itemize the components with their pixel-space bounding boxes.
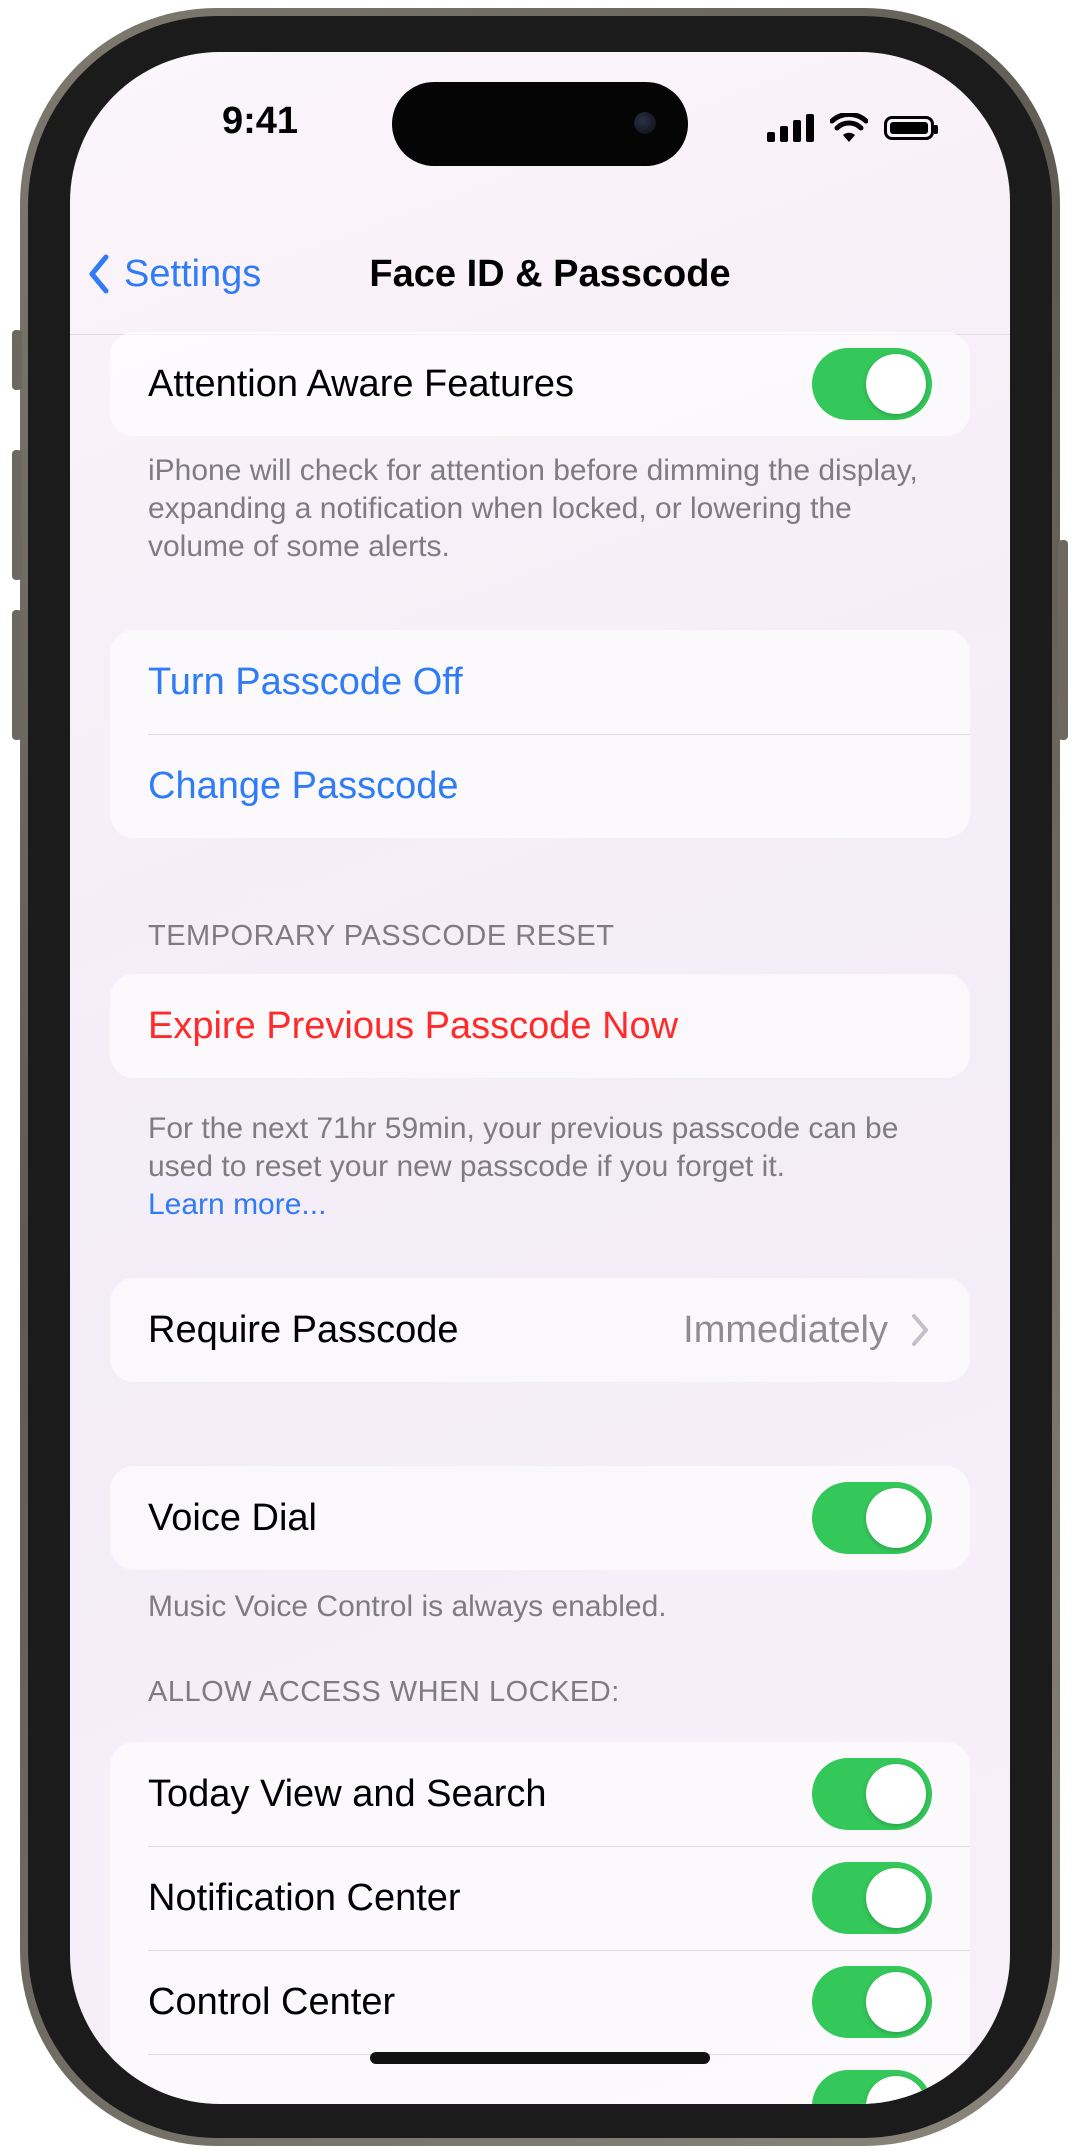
voice-dial-footnote: Music Voice Control is always enabled.: [148, 1590, 667, 1623]
temp-reset-footnote: For the next 71hr 59min, your previous p…: [148, 1110, 928, 1224]
attention-card: Attention Aware Features: [110, 332, 970, 436]
attention-row: Attention Aware Features: [110, 332, 970, 436]
learn-more-link[interactable]: Learn more...: [148, 1188, 326, 1221]
notification-center-toggle[interactable]: [812, 1862, 932, 1934]
control-center-label: Control Center: [148, 1980, 396, 2023]
back-button[interactable]: Settings: [88, 242, 261, 306]
cellular-signal-icon: [767, 114, 814, 142]
turn-passcode-off-label: Turn Passcode Off: [148, 660, 463, 703]
attention-label: Attention Aware Features: [148, 362, 574, 405]
control-center-toggle[interactable]: [812, 1966, 932, 2038]
locked-access-card: Today View and Search Notification Cente…: [110, 1742, 970, 2104]
voice-dial-row: Voice Dial: [110, 1466, 970, 1570]
navigation-bar: Settings Face ID & Passcode: [70, 242, 1010, 306]
change-passcode-label: Change Passcode: [148, 764, 459, 807]
voice-dial-toggle[interactable]: [812, 1482, 932, 1554]
attention-toggle[interactable]: [812, 348, 932, 420]
expire-passcode-label: Expire Previous Passcode Now: [148, 1004, 679, 1047]
temp-reset-header: TEMPORARY PASSCODE RESET: [148, 920, 615, 952]
camera-icon: [634, 112, 656, 134]
chevron-left-icon: [89, 254, 109, 294]
temp-reset-footnote-text: For the next 71hr 59min, your previous p…: [148, 1112, 899, 1183]
require-passcode-row[interactable]: Require Passcode Immediately: [110, 1278, 970, 1382]
today-view-toggle[interactable]: [812, 1758, 932, 1830]
action-button: [12, 330, 22, 390]
wifi-icon: [830, 113, 868, 142]
temp-reset-card: Expire Previous Passcode Now: [110, 974, 970, 1078]
home-indicator[interactable]: [370, 2052, 710, 2064]
require-passcode-card: Require Passcode Immediately: [110, 1278, 970, 1382]
battery-icon: [884, 116, 938, 140]
change-passcode-button[interactable]: Change Passcode: [110, 734, 970, 838]
locked-access-header: ALLOW ACCESS WHEN LOCKED:: [148, 1676, 620, 1708]
notification-center-row: Notification Center: [110, 1846, 970, 1950]
status-icons: [767, 108, 938, 148]
notification-center-label: Notification Center: [148, 1876, 461, 1919]
screen: 9:41 Settings Face ID & Passcode Attenti…: [70, 52, 1010, 2104]
dynamic-island: [392, 82, 688, 166]
today-view-label: Today View and Search: [148, 1772, 547, 1815]
control-center-row: Control Center: [110, 1950, 970, 2054]
voice-dial-label: Voice Dial: [148, 1496, 317, 1539]
expire-passcode-button[interactable]: Expire Previous Passcode Now: [110, 974, 970, 1078]
back-label: Settings: [124, 252, 262, 295]
volume-up-button: [12, 450, 22, 580]
voice-dial-card: Voice Dial: [110, 1466, 970, 1570]
volume-down-button: [12, 610, 22, 740]
require-passcode-label: Require Passcode: [148, 1308, 459, 1351]
turn-passcode-off-button[interactable]: Turn Passcode Off: [110, 630, 970, 734]
chevron-right-icon: [912, 1314, 928, 1346]
power-button: [1058, 540, 1068, 740]
attention-footnote: iPhone will check for attention before d…: [148, 454, 918, 563]
require-passcode-value: Immediately: [683, 1308, 888, 1351]
status-time: 9:41: [221, 100, 299, 142]
partial-toggle[interactable]: [812, 2070, 932, 2104]
today-view-row: Today View and Search: [110, 1742, 970, 1846]
passcode-actions-card: Turn Passcode Off Change Passcode: [110, 630, 970, 838]
page-title: Face ID & Passcode: [369, 253, 731, 295]
